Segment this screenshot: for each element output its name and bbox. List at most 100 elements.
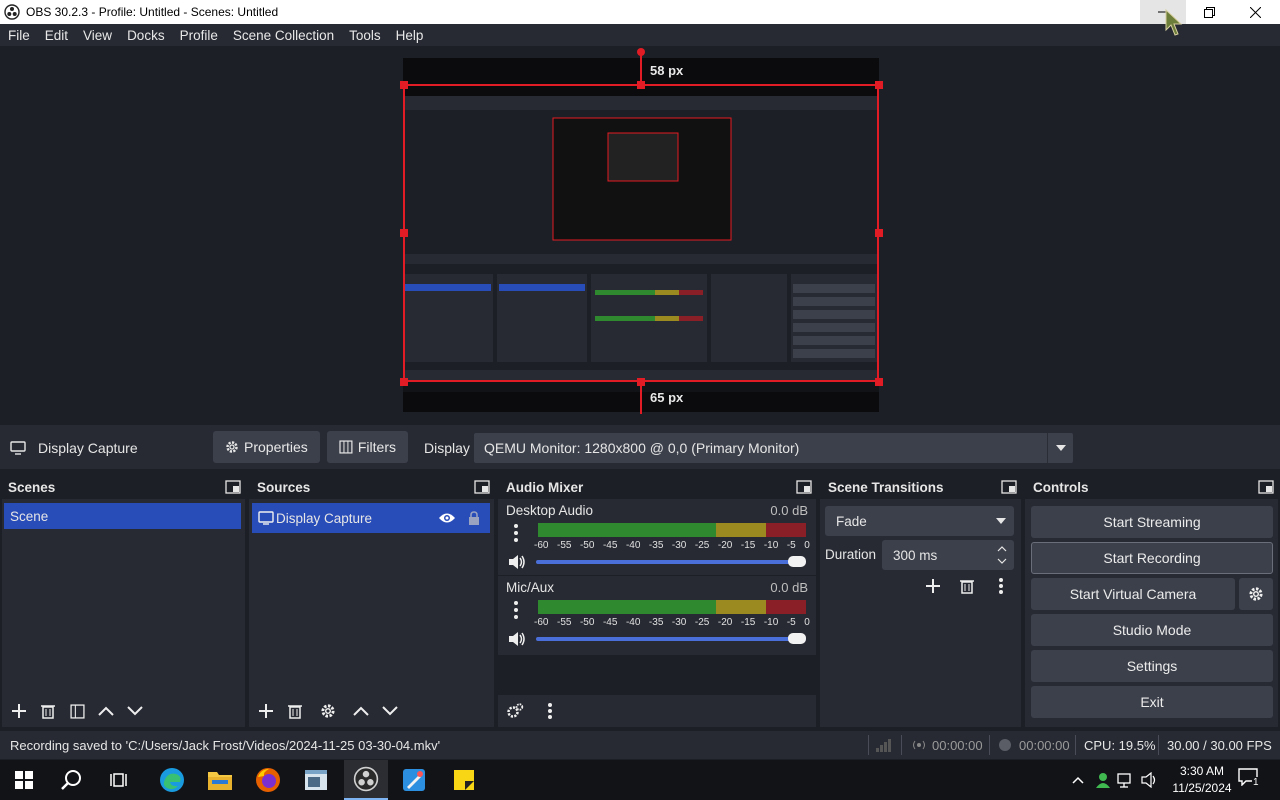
undock-icon[interactable] [796,480,812,494]
volume-slider[interactable] [536,637,806,641]
menu-view[interactable]: View [83,28,112,43]
crop-handle-top[interactable] [637,48,645,56]
tray-expand-icon[interactable] [1072,776,1084,784]
volume-slider-handle[interactable] [788,556,806,567]
notification-center-button[interactable]: 1 [1238,768,1262,792]
properties-label: Properties [244,439,308,455]
start-button[interactable] [8,764,40,796]
edge-taskbar-button[interactable] [156,764,188,796]
close-icon [1249,6,1261,18]
transition-select-value: Fade [836,513,867,529]
track-menu-button[interactable] [510,523,522,543]
spin-up-icon[interactable] [997,546,1007,552]
menu-docks[interactable]: Docks [127,28,165,43]
source-item[interactable]: Display Capture [252,503,490,533]
move-scene-up-button[interactable] [93,698,119,724]
spin-down-icon[interactable] [997,558,1007,564]
transition-menu-button[interactable] [988,573,1014,599]
duration-spinbox[interactable]: 300 ms [882,540,1014,570]
resize-handle[interactable] [400,229,408,237]
resize-handle[interactable] [637,378,645,386]
chevron-up-icon [98,706,114,716]
resize-handle[interactable] [400,378,408,386]
start-streaming-button[interactable]: Start Streaming [1031,506,1273,538]
sticky-notes-taskbar-button[interactable] [448,764,480,796]
display-select-arrow[interactable] [1047,433,1073,463]
resize-handle[interactable] [637,81,645,89]
notification-count: 1 [1252,777,1260,788]
start-recording-button[interactable]: Start Recording [1031,542,1273,574]
notepad-taskbar-button[interactable] [300,764,332,796]
plus-icon [259,704,273,718]
preview-area[interactable]: 58 px 65 px [4,46,1276,422]
undock-icon[interactable] [1258,480,1274,494]
mixer-settings-button[interactable] [502,698,528,724]
move-scene-down-button[interactable] [122,698,148,724]
undock-icon[interactable] [474,480,490,494]
network-icon[interactable] [1117,772,1135,788]
remove-transition-button[interactable] [954,573,980,599]
transition-select[interactable]: Fade [825,506,1014,536]
exit-button[interactable]: Exit [1031,686,1273,718]
virtual-camera-settings-button[interactable] [1239,578,1273,610]
source-properties-button[interactable] [315,698,341,724]
settings-button[interactable]: Settings [1031,650,1273,682]
add-scene-button[interactable] [6,698,32,724]
monitor-icon [258,511,274,525]
eye-icon[interactable] [438,512,456,524]
volume-slider-handle[interactable] [788,633,806,644]
filters-button[interactable]: Filters [327,431,408,463]
menu-scene-collection[interactable]: Scene Collection [233,28,334,43]
undock-icon[interactable] [1001,480,1017,494]
volume-slider[interactable] [536,560,806,564]
start-virtual-camera-button[interactable]: Start Virtual Camera [1031,578,1235,610]
menu-tools[interactable]: Tools [349,28,381,43]
resize-handle[interactable] [875,229,883,237]
resize-handle[interactable] [400,81,408,89]
track-menu-button[interactable] [510,600,522,620]
file-explorer-taskbar-button[interactable] [204,764,236,796]
close-button[interactable] [1232,0,1278,24]
volume-tray-icon[interactable] [1141,772,1159,788]
menu-file[interactable]: File [8,28,30,43]
speaker-icon[interactable] [508,554,526,570]
paint-taskbar-button[interactable] [398,764,430,796]
scene-filters-button[interactable] [64,698,90,724]
remove-source-button[interactable] [282,698,308,724]
preview-canvas[interactable]: 58 px 65 px [400,48,883,414]
search-button[interactable] [56,764,88,796]
move-source-down-button[interactable] [377,698,403,724]
meter-scale: -60 -55 -50 -45 -40 -35 -30 -25 -20 -15 -10 -5 0 [534,617,810,628]
chevron-down-icon [996,518,1006,524]
menu-profile[interactable]: Profile [180,28,218,43]
user-tray-icon[interactable] [1095,772,1111,788]
transform-box[interactable] [403,84,879,382]
move-source-up-button[interactable] [348,698,374,724]
studio-mode-button[interactable]: Studio Mode [1031,614,1273,646]
firefox-taskbar-button[interactable] [252,764,284,796]
undock-icon[interactable] [225,480,241,494]
task-view-button[interactable] [104,764,136,796]
add-source-button[interactable] [253,698,279,724]
resize-handle[interactable] [875,378,883,386]
speaker-icon[interactable] [508,631,526,647]
windows-logo-icon [15,771,33,789]
folder-icon [208,772,232,790]
edge-icon [160,768,184,792]
clock-date[interactable]: 11/25/2024 [1164,781,1240,795]
obs-logo-icon [353,766,379,792]
menu-help[interactable]: Help [396,28,424,43]
obs-taskbar-button[interactable] [344,760,388,800]
resize-handle[interactable] [875,81,883,89]
properties-button[interactable]: Properties [213,431,320,463]
mixer-menu-button[interactable] [537,698,563,724]
restore-button[interactable] [1186,0,1232,24]
add-transition-button[interactable] [920,573,946,599]
remove-scene-button[interactable] [35,698,61,724]
lock-icon[interactable] [468,511,480,525]
window-title: OBS 30.2.3 - Profile: Untitled - Scenes:… [26,5,279,19]
display-select[interactable]: QEMU Monitor: 1280x800 @ 0,0 (Primary Mo… [474,433,1073,463]
menu-edit[interactable]: Edit [45,28,68,43]
scene-item[interactable]: Scene [4,503,241,529]
clock-time[interactable]: 3:30 AM [1172,764,1232,778]
